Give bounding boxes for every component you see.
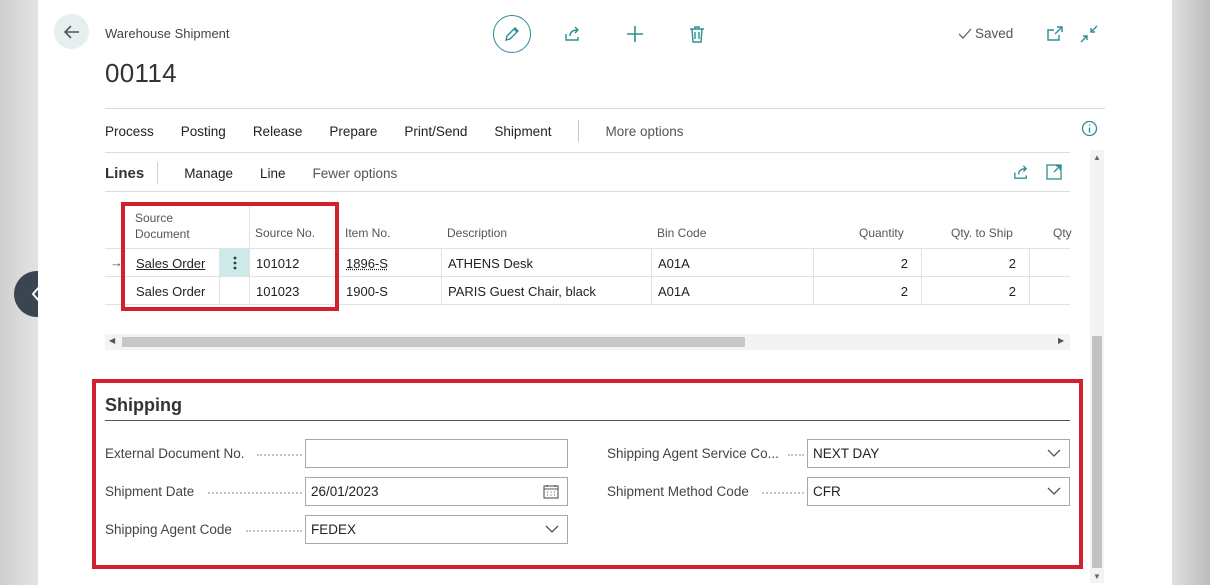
horizontal-scrollbar-thumb[interactable]	[122, 337, 745, 347]
col-header-bin-code[interactable]: Bin Code	[657, 226, 706, 240]
action-process[interactable]: Process	[105, 124, 154, 139]
back-button[interactable]	[54, 14, 89, 49]
vertical-scrollbar-thumb[interactable]	[1092, 336, 1102, 568]
highlight-box-source-columns	[121, 202, 339, 311]
share-icon	[1013, 164, 1027, 179]
scroll-left-arrow-icon[interactable]: ◀	[109, 336, 115, 345]
checkmark-icon	[958, 28, 972, 39]
saved-status: Saved	[958, 26, 1013, 41]
shipment-method-code-select[interactable]: CFR	[807, 477, 1070, 506]
lines-expand-button[interactable]	[1043, 161, 1065, 183]
scroll-up-arrow-icon[interactable]: ▲	[1093, 153, 1101, 162]
plus-icon	[627, 26, 643, 42]
external-document-no-label: External Document No.	[105, 446, 245, 461]
cell-quantity[interactable]: 2	[814, 284, 908, 299]
shipment-date-field[interactable]: 26/01/2023	[305, 477, 568, 506]
shipment-date-label: Shipment Date	[105, 484, 195, 499]
shipping-agent-service-code-value: NEXT DAY	[813, 446, 880, 461]
delete-button[interactable]	[686, 23, 708, 45]
divider	[105, 152, 1070, 153]
document-type-caption: Warehouse Shipment	[105, 26, 230, 41]
column-divider	[1029, 248, 1030, 304]
lines-separator	[157, 162, 159, 184]
shipment-method-code-value: CFR	[813, 484, 841, 499]
open-in-new-window-icon	[1047, 26, 1063, 41]
col-header-quantity[interactable]: Quantity	[859, 226, 904, 240]
shipping-agent-service-code-label: Shipping Agent Service Co...	[607, 446, 779, 461]
action-shipment[interactable]: Shipment	[494, 124, 551, 139]
col-header-qty-to-ship[interactable]: Qty. to Ship	[951, 226, 1013, 240]
lines-action-manage[interactable]: Manage	[184, 166, 233, 181]
shipping-agent-code-select[interactable]: FEDEX	[305, 515, 568, 544]
action-prepare[interactable]: Prepare	[329, 124, 377, 139]
action-release[interactable]: Release	[253, 124, 303, 139]
scroll-down-arrow-icon[interactable]: ▼	[1093, 572, 1101, 581]
shipping-section-title[interactable]: Shipping	[105, 395, 182, 416]
edit-button[interactable]	[493, 15, 531, 53]
col-header-qty-partial[interactable]: Qty	[1053, 226, 1072, 240]
fewer-options-button[interactable]: Fewer options	[313, 166, 398, 181]
chevron-down-icon	[545, 522, 559, 537]
collapse-icon	[1080, 25, 1098, 43]
shipment-date-value: 26/01/2023	[311, 484, 379, 499]
expand-icon	[1046, 164, 1062, 180]
cell-description[interactable]: PARIS Guest Chair, black	[448, 284, 596, 299]
cell-quantity[interactable]: 2	[814, 256, 908, 271]
leader-dots	[208, 492, 302, 494]
lines-title: Lines	[105, 164, 145, 182]
lines-toolbar: Lines Manage Line Fewer options	[105, 162, 424, 184]
leader-dots	[257, 454, 302, 456]
lines-share-button[interactable]	[1010, 161, 1032, 183]
leader-dots	[788, 454, 804, 456]
scroll-right-arrow-icon[interactable]: ▶	[1058, 336, 1064, 345]
saved-label: Saved	[975, 26, 1014, 41]
action-print-send[interactable]: Print/Send	[404, 124, 467, 139]
lines-action-line[interactable]: Line	[260, 166, 286, 181]
shipping-agent-code-label: Shipping Agent Code	[105, 522, 232, 537]
info-button[interactable]	[1078, 117, 1100, 139]
cell-item-no[interactable]: 1900-S	[346, 284, 388, 299]
cell-qty-to-ship[interactable]: 2	[922, 284, 1016, 299]
shipping-agent-service-code-select[interactable]: NEXT DAY	[807, 439, 1070, 468]
col-header-description[interactable]: Description	[447, 226, 507, 240]
divider	[105, 108, 1105, 109]
card-page: Warehouse Shipment 00114 Saved Process P…	[38, 0, 1172, 585]
info-icon	[1081, 120, 1097, 136]
action-separator	[578, 120, 580, 142]
right-background	[1172, 0, 1210, 585]
action-posting[interactable]: Posting	[181, 124, 226, 139]
share-icon	[565, 26, 579, 41]
external-document-no-field[interactable]	[305, 439, 568, 468]
col-header-item-no[interactable]: Item No.	[345, 226, 390, 240]
collapse-button[interactable]	[1078, 23, 1100, 45]
cell-qty-to-ship[interactable]: 2	[922, 256, 1016, 271]
open-new-window-button[interactable]	[1044, 23, 1066, 45]
calendar-icon[interactable]	[543, 484, 559, 502]
leader-dots	[246, 530, 302, 532]
column-divider	[441, 248, 442, 304]
shipment-method-code-label: Shipment Method Code	[607, 484, 749, 499]
page-title: 00114	[105, 58, 177, 88]
shipping-agent-code-value: FEDEX	[311, 522, 357, 537]
cell-item-no[interactable]: 1896-S	[346, 256, 388, 271]
chevron-down-icon	[1047, 484, 1061, 499]
new-button[interactable]	[624, 23, 646, 45]
section-divider	[105, 420, 1070, 421]
share-button[interactable]	[562, 23, 584, 45]
leader-dots	[762, 492, 804, 494]
more-options-button[interactable]: More options	[605, 124, 683, 139]
trash-icon	[690, 26, 704, 43]
arrow-left-icon	[63, 24, 79, 39]
cell-bin-code[interactable]: A01A	[658, 284, 690, 299]
cell-description[interactable]: ATHENS Desk	[448, 256, 533, 271]
column-divider	[651, 248, 652, 304]
divider	[105, 191, 1070, 192]
chevron-down-icon	[1047, 446, 1061, 461]
cell-bin-code[interactable]: A01A	[658, 256, 690, 271]
action-bar: Process Posting Release Prepare Print/Se…	[105, 120, 711, 142]
pencil-icon	[505, 27, 519, 41]
highlight-box-shipping	[92, 379, 1083, 569]
